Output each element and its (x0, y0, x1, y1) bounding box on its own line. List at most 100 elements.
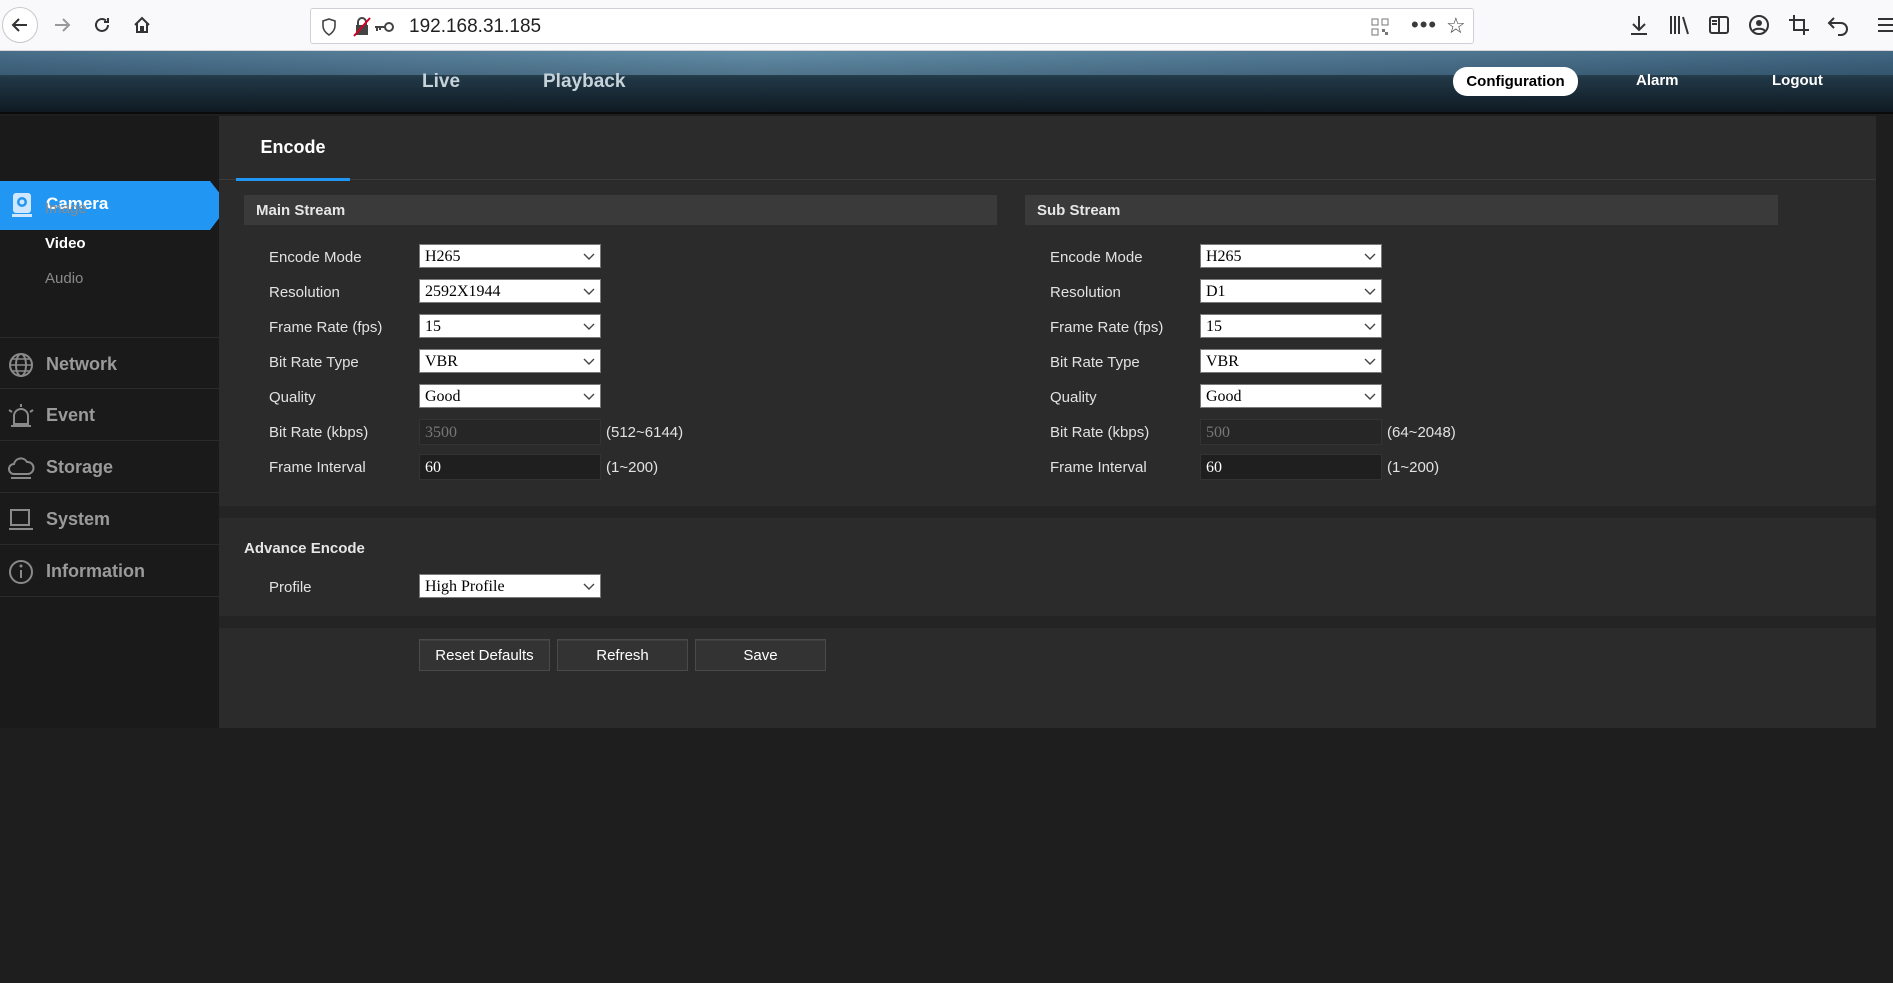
advance-encode-title: Advance Encode (244, 540, 365, 557)
arrow-right-icon (55, 18, 71, 32)
sub-stream-header: Sub Stream (1025, 195, 1778, 225)
profile-select[interactable]: High Profile (419, 574, 601, 598)
sub-resolution-row: Resolution D1 (1050, 279, 1510, 305)
select-value: VBR (1206, 353, 1239, 370)
tab-playback[interactable]: Playback (543, 71, 625, 93)
back-button[interactable] (2, 7, 38, 43)
sidebar-item-system[interactable]: System (0, 493, 219, 545)
url-text[interactable]: 192.168.31.185 (409, 16, 541, 38)
field-label: Profile (269, 579, 312, 596)
range-hint: (512~6144) (606, 424, 684, 441)
field-label: Encode Mode (1050, 249, 1143, 266)
computer-icon (9, 509, 33, 530)
sidebar-item-network[interactable]: Network (0, 337, 219, 389)
field-label: Bit Rate (kbps) (269, 424, 369, 441)
reload-icon (95, 17, 109, 32)
select-value: H265 (425, 248, 461, 265)
input-value: 60 (425, 459, 441, 476)
sidebar-item-information[interactable]: Information (0, 545, 219, 597)
section-divider (219, 506, 1876, 518)
main-bit-rate-type-row: Bit Rate Type VBR (269, 349, 729, 375)
main-resolution-row: Resolution 2592X1944 (269, 279, 729, 305)
sub-quality-select[interactable]: Good (1200, 384, 1382, 408)
main-stream-title: Main Stream (256, 202, 346, 219)
field-label: Bit Rate Type (269, 354, 359, 371)
refresh-button[interactable]: Refresh (557, 639, 688, 671)
sub-bit-rate-type-select[interactable]: VBR (1200, 349, 1382, 373)
main-bit-rate-type-select[interactable]: VBR (419, 349, 601, 373)
field-label: Bit Rate (kbps) (1050, 424, 1150, 441)
tab-encode[interactable]: Encode (236, 116, 350, 181)
chevron-down-icon (583, 393, 595, 400)
field-label: Quality (269, 389, 316, 406)
select-value: D1 (1206, 283, 1226, 300)
sub-bit-rate-row: Bit Rate (kbps) 500 (64~2048) (1050, 419, 1510, 445)
sidebar-subitem-image[interactable]: Image (45, 200, 87, 217)
main-stream-header: Main Stream (244, 195, 997, 225)
account-icon[interactable] (1746, 12, 1772, 38)
sub-quality-row: Quality Good (1050, 384, 1510, 410)
range-hint: (64~2048) (1387, 424, 1456, 441)
configuration-button[interactable]: Configuration (1453, 67, 1578, 96)
field-label: Frame Rate (fps) (269, 319, 383, 336)
chevron-down-icon (583, 358, 595, 365)
chevron-down-icon (1364, 288, 1376, 295)
download-icon[interactable] (1626, 12, 1652, 38)
address-bar[interactable]: 192.168.31.185 ••• ☆ (310, 8, 1474, 44)
main-encode-mode-select[interactable]: H265 (419, 244, 601, 268)
main-frame-rate-row: Frame Rate (fps) 15 (269, 314, 729, 340)
sub-resolution-select[interactable]: D1 (1200, 279, 1382, 303)
field-label: Bit Rate Type (1050, 354, 1140, 371)
select-value: VBR (425, 353, 458, 370)
main-encode-mode-row: Encode Mode H265 (269, 244, 729, 270)
insecure-lock-icon[interactable] (353, 17, 397, 37)
home-icon (134, 16, 150, 33)
save-button[interactable]: Save (695, 639, 826, 671)
sidebar-item-event[interactable]: Event (0, 389, 219, 441)
select-value: 15 (1206, 318, 1222, 335)
main-frame-interval-row: Frame Interval 60 (1~200) (269, 454, 729, 480)
qr-code-icon[interactable] (1371, 18, 1389, 36)
page-actions-icon[interactable]: ••• (1411, 12, 1437, 38)
sub-frame-rate-select[interactable]: 15 (1200, 314, 1382, 338)
chevron-down-icon (583, 583, 595, 590)
sub-frame-interval-input[interactable]: 60 (1200, 454, 1382, 480)
menu-icon[interactable] (1874, 12, 1893, 38)
bookmark-star-icon[interactable]: ☆ (1446, 13, 1466, 39)
info-icon (9, 560, 33, 584)
field-label: Frame Interval (269, 459, 366, 476)
active-tab-indicator (236, 178, 350, 181)
camera-icon (12, 193, 32, 217)
main-frame-interval-input[interactable]: 60 (419, 454, 601, 480)
tab-live[interactable]: Live (422, 71, 460, 93)
sidebar-toggle-icon[interactable] (1706, 12, 1732, 38)
logout-link[interactable]: Logout (1772, 72, 1823, 89)
profile-row: Profile High Profile (269, 574, 729, 600)
sidebar-item-storage[interactable]: Storage (0, 441, 219, 493)
chevron-down-icon (583, 253, 595, 260)
main-bit-rate-input[interactable]: 3500 (419, 419, 601, 445)
sub-bit-rate-type-row: Bit Rate Type VBR (1050, 349, 1510, 375)
reload-button[interactable] (84, 7, 120, 43)
library-icon[interactable] (1666, 12, 1692, 38)
undo-icon[interactable] (1826, 12, 1852, 38)
chevron-down-icon (1364, 253, 1376, 260)
sub-bit-rate-input[interactable]: 500 (1200, 419, 1382, 445)
reset-defaults-button[interactable]: Reset Defaults (419, 639, 550, 671)
forward-button[interactable] (44, 7, 80, 43)
main-panel: Encode Main Stream Encode Mode H265 Reso… (219, 116, 1876, 728)
home-button[interactable] (124, 7, 160, 43)
sidebar-subitem-video[interactable]: Video (45, 235, 86, 252)
main-resolution-select[interactable]: 2592X1944 (419, 279, 601, 303)
crop-icon[interactable] (1786, 12, 1812, 38)
shield-icon[interactable] (319, 17, 339, 37)
sub-encode-mode-select[interactable]: H265 (1200, 244, 1382, 268)
sidebar-subitem-audio[interactable]: Audio (45, 270, 83, 287)
chevron-down-icon (583, 288, 595, 295)
field-label: Encode Mode (269, 249, 362, 266)
main-frame-rate-select[interactable]: 15 (419, 314, 601, 338)
tab-encode-label: Encode (260, 137, 326, 157)
sidebar-item-camera[interactable]: Camera (0, 181, 219, 230)
alarm-link[interactable]: Alarm (1636, 72, 1679, 89)
main-quality-select[interactable]: Good (419, 384, 601, 408)
